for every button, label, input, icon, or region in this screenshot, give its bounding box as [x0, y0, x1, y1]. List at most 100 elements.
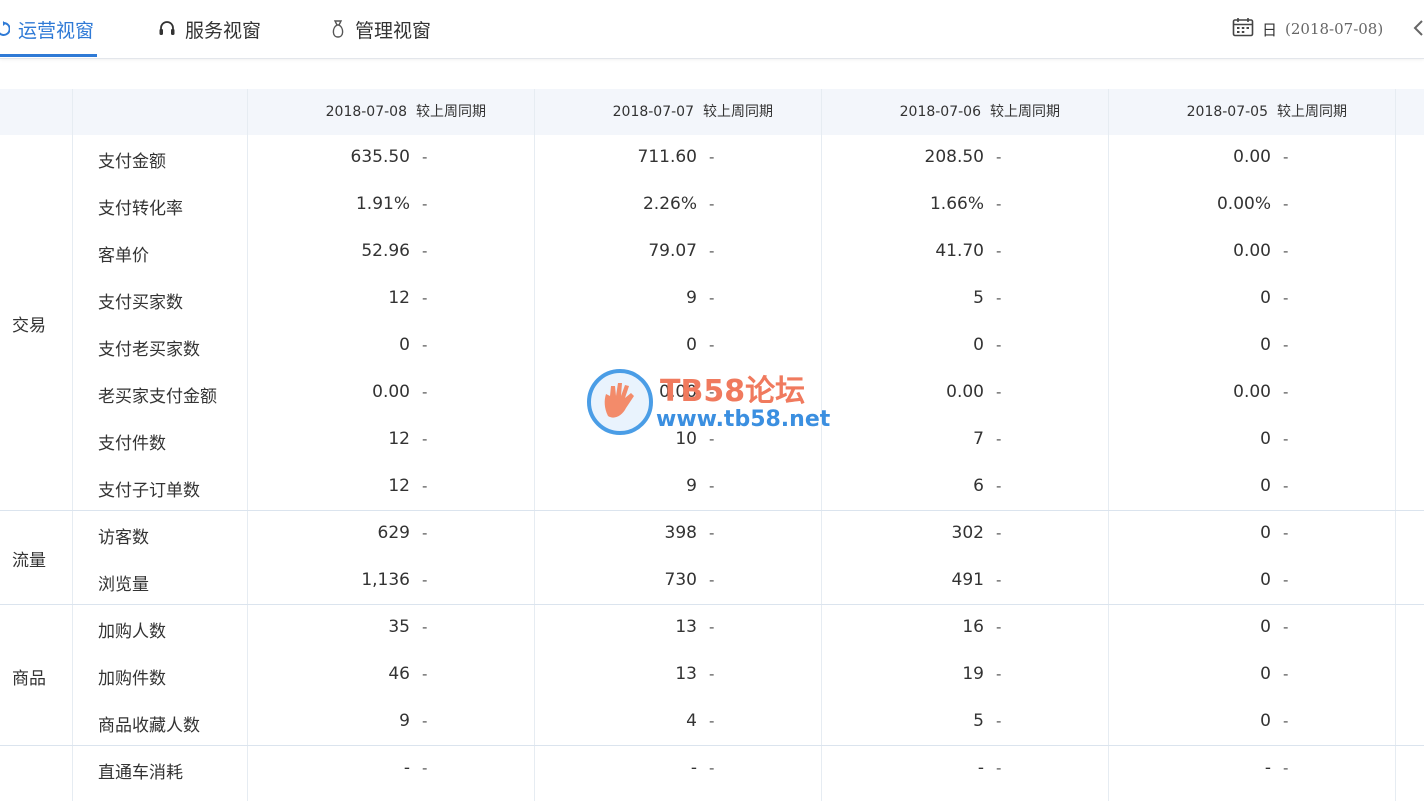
metric-value: 0: [1260, 710, 1271, 731]
compare-value: -: [422, 288, 428, 307]
column-compare-label: 较上周同期: [990, 104, 1060, 120]
metric-value: 0: [1260, 334, 1271, 355]
metric-value: 9: [399, 710, 410, 731]
column-divider: [821, 89, 822, 801]
compare-value: -: [422, 570, 428, 589]
metric-label: 浏览量: [98, 574, 149, 595]
column-compare-label: 较上周同期: [703, 104, 773, 120]
metric-value: 0: [973, 334, 984, 355]
compare-value: -: [709, 664, 715, 683]
watermark-title: TB58论坛: [660, 374, 806, 409]
metric-value: 1.66%: [929, 193, 984, 214]
headset-icon: [157, 19, 177, 39]
chevron-left-icon[interactable]: [1412, 18, 1424, 42]
metric-value: 0.00: [1233, 381, 1271, 402]
metric-value: 0: [399, 334, 410, 355]
date-picker[interactable]: 日 (2018-07-08): [1232, 0, 1383, 58]
tab-service-view[interactable]: 服务视窗: [157, 0, 261, 58]
metric-value: 7: [973, 428, 984, 449]
compare-value: -: [996, 711, 1002, 730]
compare-value: -: [709, 288, 715, 307]
compare-value: -: [422, 476, 428, 495]
metric-label: 访客数: [98, 527, 149, 548]
tab-label: 管理视窗: [355, 19, 432, 42]
compare-value: -: [996, 382, 1002, 401]
compare-value: -: [709, 570, 715, 589]
compare-value: -: [709, 617, 715, 636]
metric-value: 0: [1260, 616, 1271, 637]
metric-label: 加购件数: [98, 668, 166, 689]
compare-value: -: [1283, 523, 1289, 542]
metric-value: 12: [388, 428, 410, 449]
compare-value: -: [1283, 429, 1289, 448]
metric-value: 5: [973, 710, 984, 731]
refresh-icon: [0, 21, 10, 37]
compare-value: -: [709, 335, 715, 354]
hand-logo-icon: [587, 369, 653, 435]
compare-value: -: [422, 335, 428, 354]
metric-value: 41.70: [935, 240, 984, 261]
metric-value: 4: [686, 710, 697, 731]
metric-label: 老买家支付金额: [98, 386, 217, 407]
group-divider: [0, 604, 1424, 605]
compare-value: -: [422, 758, 428, 777]
compare-value: -: [422, 194, 428, 213]
watermark-url: www.tb58.net: [656, 407, 831, 432]
date-value: (2018-07-08): [1285, 20, 1384, 38]
metric-value: 35: [388, 616, 410, 637]
view-tab-bar: 运营视窗 服务视窗 管理视窗 日 (2018-07-08): [0, 0, 1424, 59]
compare-value: -: [996, 523, 1002, 542]
compare-value: -: [709, 194, 715, 213]
metric-label: 支付金额: [98, 151, 166, 172]
compare-value: -: [1283, 288, 1289, 307]
compare-value: -: [1283, 335, 1289, 354]
column-compare-label: 较上周同期: [416, 104, 486, 120]
metric-value: 0: [1260, 522, 1271, 543]
compare-value: -: [422, 241, 428, 260]
metric-value: 13: [675, 616, 697, 637]
metric-label: 直通车消耗: [98, 762, 183, 783]
tab-operations-view[interactable]: 运营视窗: [0, 0, 94, 58]
compare-value: -: [1283, 617, 1289, 636]
compare-value: -: [996, 617, 1002, 636]
metric-value: 12: [388, 475, 410, 496]
compare-value: -: [1283, 711, 1289, 730]
metric-label: 支付老买家数: [98, 339, 200, 360]
compare-value: -: [996, 570, 1002, 589]
column-date: 2018-07-05: [1186, 104, 1268, 120]
bag-icon: [329, 19, 347, 39]
metric-value: 0: [1260, 475, 1271, 496]
metric-value: 19: [962, 663, 984, 684]
metric-value: -: [977, 757, 984, 778]
metric-value: -: [403, 757, 410, 778]
compare-value: -: [422, 382, 428, 401]
compare-value: -: [1283, 476, 1289, 495]
compare-value: -: [709, 147, 715, 166]
metric-value: 79.07: [648, 240, 697, 261]
compare-value: -: [709, 758, 715, 777]
column-date: 2018-07-07: [612, 104, 694, 120]
tab-label: 运营视窗: [18, 19, 95, 42]
compare-value: -: [422, 617, 428, 636]
compare-value: -: [422, 523, 428, 542]
metric-value: 398: [664, 522, 697, 543]
metric-label: 支付件数: [98, 433, 166, 454]
compare-value: -: [996, 335, 1002, 354]
metric-value: 2.26%: [642, 193, 697, 214]
compare-value: -: [1283, 664, 1289, 683]
metric-value: 13: [675, 663, 697, 684]
metric-value: 711.60: [637, 146, 697, 167]
metric-value: -: [1264, 757, 1271, 778]
column-divider: [1108, 89, 1109, 801]
metric-value: 1.91%: [355, 193, 410, 214]
tab-label: 服务视窗: [185, 19, 262, 42]
tab-management-view[interactable]: 管理视窗: [329, 0, 431, 58]
compare-value: -: [996, 429, 1002, 448]
metric-label: 支付转化率: [98, 198, 183, 219]
column-date: 2018-07-08: [325, 104, 407, 120]
compare-value: -: [996, 288, 1002, 307]
compare-value: -: [996, 194, 1002, 213]
group-divider: [0, 510, 1424, 511]
metric-value: 302: [951, 522, 984, 543]
metric-value: 16: [962, 616, 984, 637]
